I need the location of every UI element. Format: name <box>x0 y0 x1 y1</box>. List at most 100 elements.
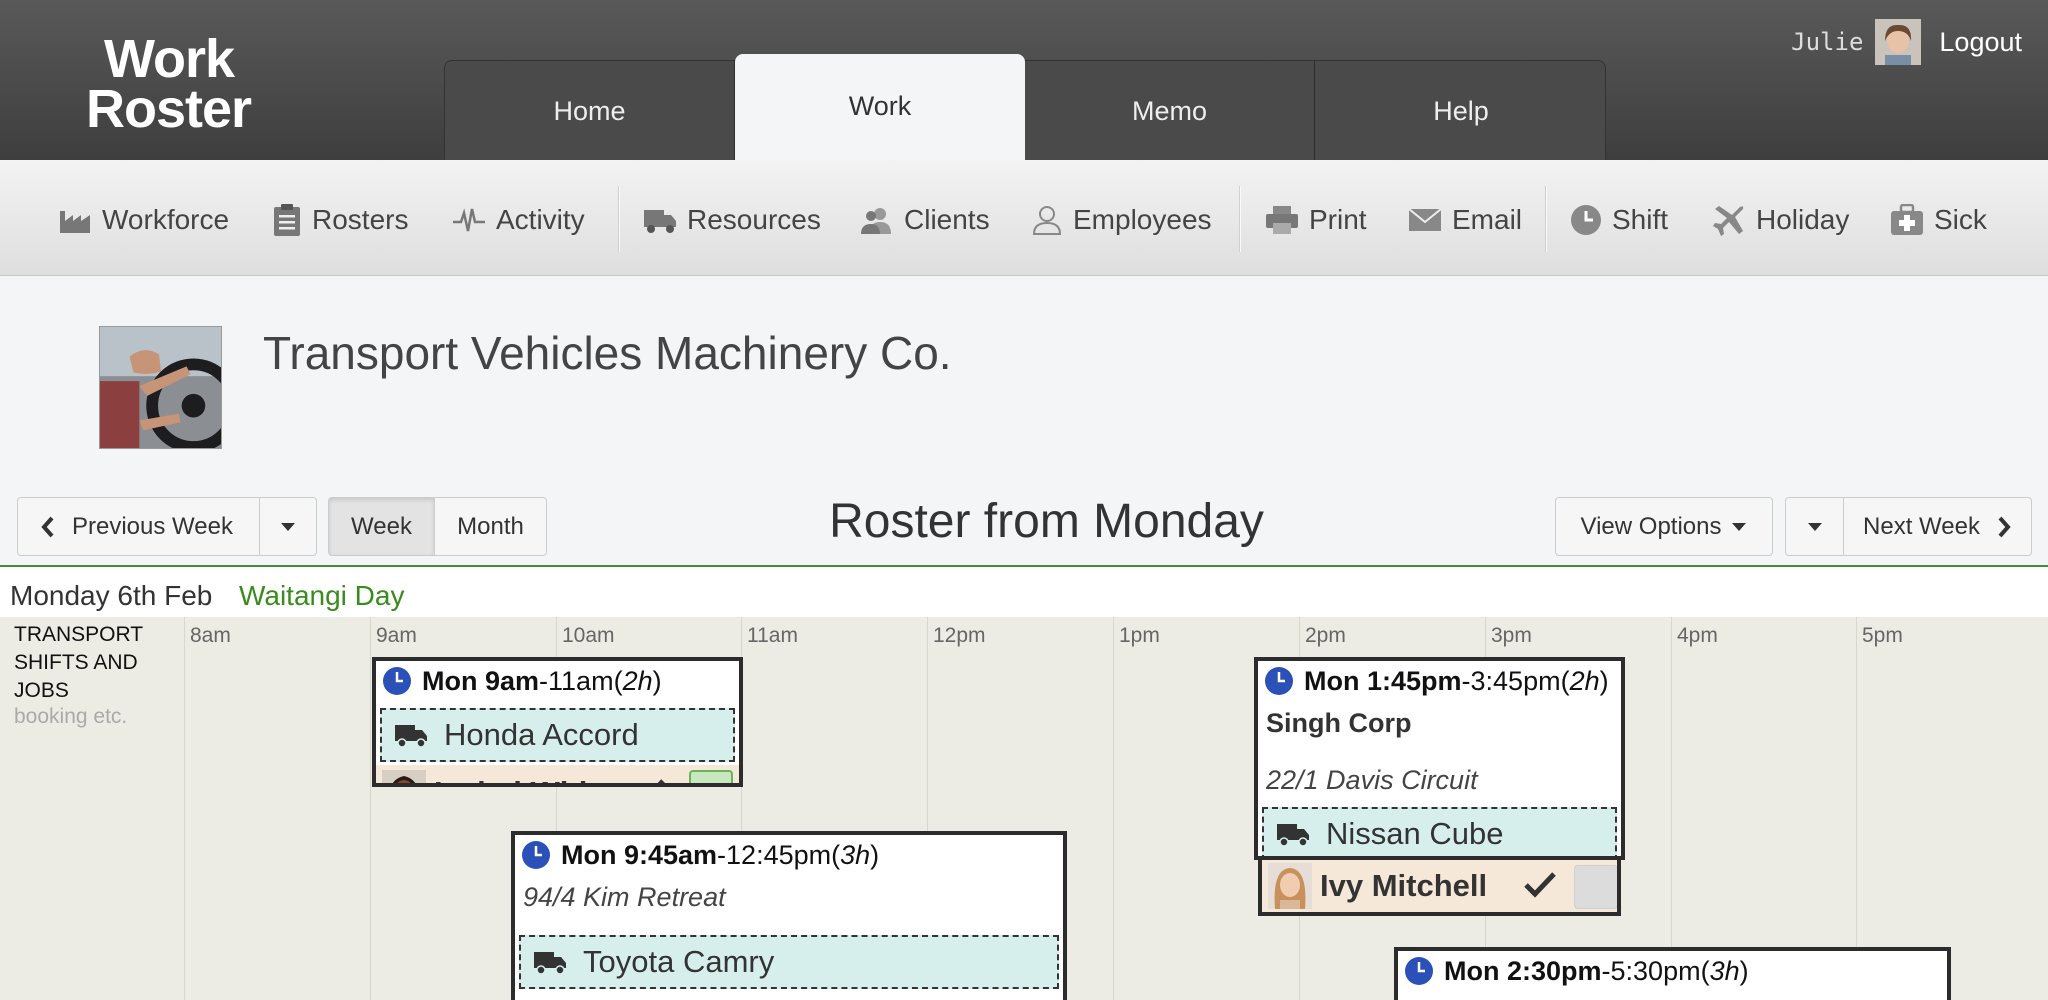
previous-week-button[interactable]: Previous Week <box>17 497 260 556</box>
next-week-dropdown[interactable] <box>1785 497 1844 556</box>
shift-address: 94/4 Kim Retreat <box>523 882 726 912</box>
shift-start: Mon 2:30pm <box>1444 955 1602 986</box>
hour-label: 4pm <box>1677 624 1718 647</box>
next-week-label: Next Week <box>1863 512 1980 540</box>
month-view-button[interactable]: Month <box>434 497 547 556</box>
view-options-button[interactable]: View Options <box>1555 497 1773 556</box>
toolbar-label: Workforce <box>102 204 230 235</box>
previous-week-dropdown[interactable] <box>259 497 317 556</box>
logout-link[interactable]: Logout <box>1939 27 2022 58</box>
shift-card[interactable]: Mon 9am-11am (2h) Honda Accord Isabel Wh… <box>372 657 743 787</box>
employee-assignment[interactable]: Ivy Mitchell <box>1258 860 1621 916</box>
shift-time: Mon 2:30pm -5:30pm (3h) <box>1404 951 1749 991</box>
main-tabs: Home Work Memo Help <box>444 54 1607 161</box>
shift-start: Mon 9am <box>422 665 540 696</box>
tab-work[interactable]: Work <box>735 54 1025 161</box>
next-week-button[interactable]: Next Week <box>1843 497 2032 556</box>
status-box[interactable] <box>1574 865 1617 909</box>
toolbar-label: Activity <box>496 204 585 235</box>
tab-memo[interactable]: Memo <box>1025 61 1315 161</box>
vehicle-assignment[interactable]: Nissan Cube <box>1262 807 1617 856</box>
toolbar-holiday[interactable]: Holiday <box>1712 198 1849 242</box>
employee-avatar <box>1268 863 1312 909</box>
truck-icon <box>644 210 676 233</box>
hour-label: 5pm <box>1862 624 1903 647</box>
hour-label: 9am <box>376 624 417 647</box>
toolbar-clients[interactable]: Clients <box>860 198 990 242</box>
factory-icon <box>60 211 90 233</box>
hour-label: 11am <box>747 624 798 647</box>
vehicle-assignment[interactable]: Toyota Camry <box>519 935 1059 989</box>
shift-client[interactable]: Singh Corp <box>1266 708 1411 739</box>
toolbar-label: Print <box>1309 204 1367 235</box>
shift-duration-close: ) <box>1739 955 1749 986</box>
toolbar-print[interactable]: Print <box>1265 198 1367 242</box>
vehicle-name: Toyota Camry <box>583 944 775 979</box>
shift-duration-close: ) <box>1599 665 1609 696</box>
holiday-label: Waitangi Day <box>239 580 405 611</box>
truck-icon <box>534 952 566 975</box>
toolbar-rosters[interactable]: Rosters <box>272 198 408 242</box>
vehicle-assignment[interactable]: Honda Accord <box>380 708 735 762</box>
row-label-line: SHIFTS AND <box>14 651 138 674</box>
day-name: Monday 6th Feb <box>10 580 213 611</box>
hour-label: 1pm <box>1119 624 1160 647</box>
hour-label: 12pm <box>933 624 986 647</box>
toolbar-label: Clients <box>904 204 990 235</box>
toolbar-sick[interactable]: Sick <box>1890 198 1987 242</box>
app-logo[interactable]: Work Roster <box>86 29 252 136</box>
toolbar-label: Rosters <box>312 204 409 235</box>
shift-end: -5:30pm <box>1601 955 1701 986</box>
users-icon <box>861 208 891 234</box>
toolbar-label: Employees <box>1073 204 1212 235</box>
caret-down-icon <box>281 522 295 531</box>
toolbar-employees[interactable]: Employees <box>1031 198 1212 242</box>
clock-icon <box>1405 957 1433 985</box>
tab-home[interactable]: Home <box>445 61 735 161</box>
user-avatar[interactable] <box>1875 19 1922 65</box>
tab-help[interactable]: Help <box>1315 61 1607 161</box>
roster-title: Roster from Monday <box>829 495 1264 548</box>
shift-card[interactable]: Mon 2:30pm -5:30pm (3h) <box>1394 947 1951 1000</box>
toolbar-separator <box>618 186 620 252</box>
check-icon <box>657 779 665 783</box>
week-view-button[interactable]: Week <box>328 497 435 556</box>
employee-assignment[interactable]: Isabel White <box>376 765 739 783</box>
logo-line-1: Work <box>104 29 235 89</box>
toolbar-resources[interactable]: Resources <box>643 198 821 242</box>
toolbar-label: Resources <box>687 204 821 235</box>
toolbar-separator <box>1545 186 1547 252</box>
shift-end: -3:45pm <box>1461 665 1561 696</box>
truck-icon <box>1277 824 1309 847</box>
shift-card[interactable]: Mon 9:45am -12:45pm (3h) 94/4 Kim Retreat… <box>511 831 1067 1000</box>
shift-card[interactable]: Mon 1:45pm -3:45pm (2h) Singh Corp 22/1 D… <box>1254 657 1625 860</box>
shift-duration: 3h <box>840 839 871 870</box>
shift-start: Mon 1:45pm <box>1304 665 1462 696</box>
day-timeline[interactable]: 8am 9am 10am 11am 12pm 1pm 2pm 3pm 4pm 5… <box>0 617 2048 1000</box>
status-box[interactable] <box>689 770 733 783</box>
hour-gridline <box>370 617 371 1000</box>
shift-duration-open: ( <box>1560 665 1570 696</box>
employee-avatar <box>382 770 426 783</box>
hour-label: 10am <box>562 624 615 647</box>
hour-gridline <box>184 617 185 1000</box>
company-name: Transport Vehicles Machinery Co. <box>263 327 952 379</box>
caret-down-icon <box>1807 522 1822 531</box>
shift-duration-close: ) <box>652 665 662 696</box>
plane-icon <box>1713 206 1744 236</box>
shift-start: Mon 9:45am <box>561 839 718 870</box>
toolbar-workforce[interactable]: Workforce <box>58 198 229 242</box>
shift-time: Mon 1:45pm -3:45pm (2h) <box>1264 661 1609 701</box>
row-label: TRANSPORT SHIFTS AND JOBS <box>14 621 143 705</box>
shift-duration: 2h <box>1569 665 1600 696</box>
hour-label: 8am <box>190 624 231 647</box>
shift-end: -11am <box>539 665 614 696</box>
toolbar-label: Email <box>1452 204 1523 235</box>
toolbar-email[interactable]: Email <box>1408 198 1522 242</box>
employee-name: Ivy Mitchell <box>1320 868 1488 903</box>
user-menu: Julie Logout <box>1791 18 2022 66</box>
toolbar-activity[interactable]: Activity <box>452 198 585 242</box>
clock-icon <box>522 841 550 869</box>
shift-duration-open: ( <box>1700 955 1710 986</box>
toolbar-shift[interactable]: Shift <box>1570 198 1668 242</box>
